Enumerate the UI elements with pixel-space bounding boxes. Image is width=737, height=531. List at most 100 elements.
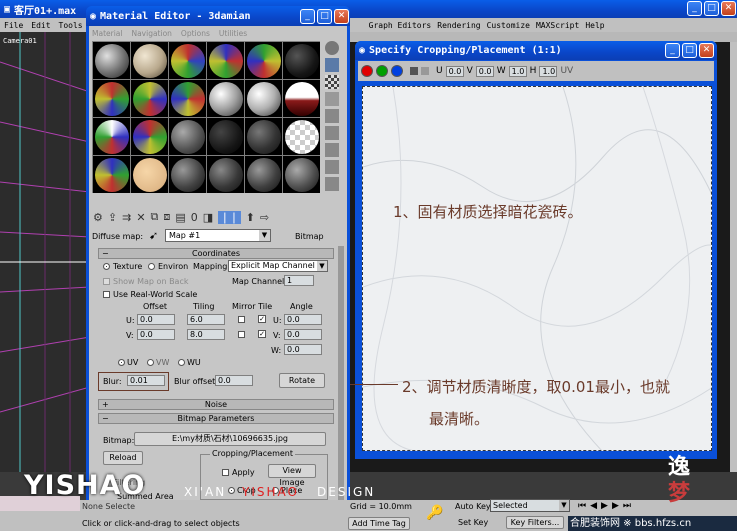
crop-minimize-button[interactable]: _ (665, 43, 680, 58)
blur-offset-field[interactable]: 0.0 (215, 375, 253, 386)
sample-slot-active[interactable] (131, 156, 168, 193)
w-angle-field[interactable]: 0.0 (284, 344, 322, 355)
material-navigator-icon[interactable] (325, 177, 339, 191)
mapping-dropdown[interactable]: Explicit Map Channel ▼ (228, 260, 328, 272)
menu-rendering[interactable]: Rendering (437, 21, 480, 30)
map-channel-field[interactable]: 1 (284, 275, 314, 286)
matedit-menu-material[interactable]: Material (92, 29, 122, 38)
u-offset-field[interactable]: 0.0 (137, 314, 175, 325)
map-type-label[interactable]: Bitmap (295, 232, 324, 241)
background-icon[interactable] (325, 75, 339, 89)
green-channel-button[interactable] (376, 65, 388, 77)
sample-slot[interactable] (93, 118, 130, 155)
backlight-icon[interactable] (325, 58, 339, 72)
crop-close-button[interactable]: ✕ (699, 43, 714, 58)
sample-slot[interactable] (207, 156, 244, 193)
mono-button[interactable] (410, 67, 418, 75)
show-map-icon[interactable]: ◨ (203, 211, 213, 224)
u-tile-check[interactable]: ✓ (258, 315, 266, 323)
sample-slot[interactable] (245, 42, 282, 79)
sample-slot[interactable] (245, 80, 282, 117)
sample-slot[interactable] (131, 80, 168, 117)
selected-dropdown[interactable]: Selected ▼ (490, 499, 570, 512)
auto-key-label[interactable]: Auto Key (455, 502, 491, 511)
menu-maxscript[interactable]: MAXScript (536, 21, 579, 30)
v-tiling-field[interactable]: 8.0 (187, 329, 225, 340)
apply-checkbox[interactable]: Apply (222, 468, 255, 477)
blur-field[interactable]: 0.01 (127, 375, 165, 386)
make-unique-icon[interactable]: ⧈ (163, 210, 170, 224)
sample-slot[interactable] (283, 118, 320, 155)
sample-slot[interactable] (245, 118, 282, 155)
v-angle-field[interactable]: 0.0 (284, 329, 322, 340)
sample-slot[interactable] (207, 42, 244, 79)
u-angle-field[interactable]: 0.0 (284, 314, 322, 325)
sample-slot[interactable] (169, 156, 206, 193)
put-to-scene-icon[interactable]: ⇪ (108, 211, 117, 224)
get-material-icon[interactable]: ⚙ (93, 211, 103, 224)
matedit-maximize-button[interactable]: □ (317, 9, 332, 24)
sample-slot[interactable] (93, 42, 130, 79)
show-map-checkbox[interactable]: Show Map on Back (103, 277, 188, 286)
make-copy-icon[interactable]: ⧉ (151, 210, 159, 224)
prev-frame-icon[interactable]: ◀ (590, 501, 597, 511)
video-check-icon[interactable] (325, 109, 339, 123)
make-preview-icon[interactable] (325, 126, 339, 140)
sample-slot[interactable] (207, 80, 244, 117)
show-end-result-icon[interactable]: ❘❘ (218, 210, 241, 224)
go-to-parent-icon[interactable]: ⬆ (246, 211, 255, 224)
map-name-dropdown[interactable]: Map #1 ▼ (165, 229, 271, 242)
set-key-label[interactable]: Set Key (458, 518, 488, 527)
bitmap-path-button[interactable]: E:\my材质\石材\10696635.jpg (134, 432, 326, 446)
bitmap-params-rollout[interactable]: − Bitmap Parameters (98, 413, 334, 424)
w-field[interactable]: 1.0 (508, 65, 527, 77)
key-icon[interactable]: 🔑 (426, 505, 443, 521)
rotate-button[interactable]: Rotate (279, 373, 325, 388)
sample-slot[interactable] (283, 156, 320, 193)
assign-material-icon[interactable]: ⇉ (122, 211, 131, 224)
next-frame-icon[interactable]: ▶ (612, 501, 619, 511)
sample-slot[interactable] (245, 156, 282, 193)
menu-help[interactable]: Help (585, 21, 604, 30)
go-forward-icon[interactable]: ⇨ (260, 211, 269, 224)
matedit-menu-utilities[interactable]: Utilities (219, 29, 247, 38)
put-library-icon[interactable]: ▤ (175, 211, 185, 224)
texture-radio[interactable]: Texture (103, 262, 142, 271)
options-icon[interactable] (325, 143, 339, 157)
go-to-start-icon[interactable]: ⏮ (578, 501, 586, 511)
reload-button[interactable]: Reload (103, 451, 143, 465)
reset-map-icon[interactable]: ✕ (136, 211, 145, 224)
v-tile-check[interactable]: ✓ (258, 330, 266, 338)
red-channel-button[interactable] (361, 65, 373, 77)
close-button[interactable]: ✕ (721, 1, 736, 16)
environ-radio[interactable]: Environ (148, 262, 188, 271)
noise-rollout[interactable]: + Noise (98, 399, 334, 410)
params-scrollbar[interactable] (338, 246, 344, 500)
camera-viewport[interactable]: Camera01 (0, 32, 90, 472)
key-filters-button[interactable]: Key Filters... (506, 516, 564, 529)
sample-slot[interactable] (93, 80, 130, 117)
menu-tools[interactable]: Tools (59, 21, 83, 30)
go-to-end-icon[interactable]: ⏭ (623, 501, 631, 511)
wu-radio[interactable]: WU (178, 358, 201, 367)
sample-type-icon[interactable] (325, 41, 339, 55)
blue-channel-button[interactable] (391, 65, 403, 77)
v-field[interactable]: 0.0 (475, 65, 494, 77)
sample-slot[interactable] (169, 80, 206, 117)
matedit-close-button[interactable]: ✕ (334, 9, 349, 24)
uv-radio[interactable]: UV (118, 358, 138, 367)
maximize-button[interactable]: □ (704, 1, 719, 16)
crop-toggle-button[interactable] (421, 67, 429, 75)
sample-slot[interactable] (283, 80, 320, 117)
sample-slot[interactable] (169, 118, 206, 155)
matedit-menu-navigation[interactable]: Navigation (131, 29, 171, 38)
menu-customize[interactable]: Customize (487, 21, 530, 30)
sample-slot[interactable] (169, 42, 206, 79)
matedit-menu-options[interactable]: Options (181, 29, 210, 38)
u-field[interactable]: 0.0 (445, 65, 464, 77)
u-tiling-field[interactable]: 6.0 (187, 314, 225, 325)
v-mirror-check[interactable] (238, 331, 245, 338)
menu-file[interactable]: File (4, 21, 23, 30)
v-offset-field[interactable]: 0.0 (137, 329, 175, 340)
vw-radio[interactable]: VW (147, 358, 169, 367)
